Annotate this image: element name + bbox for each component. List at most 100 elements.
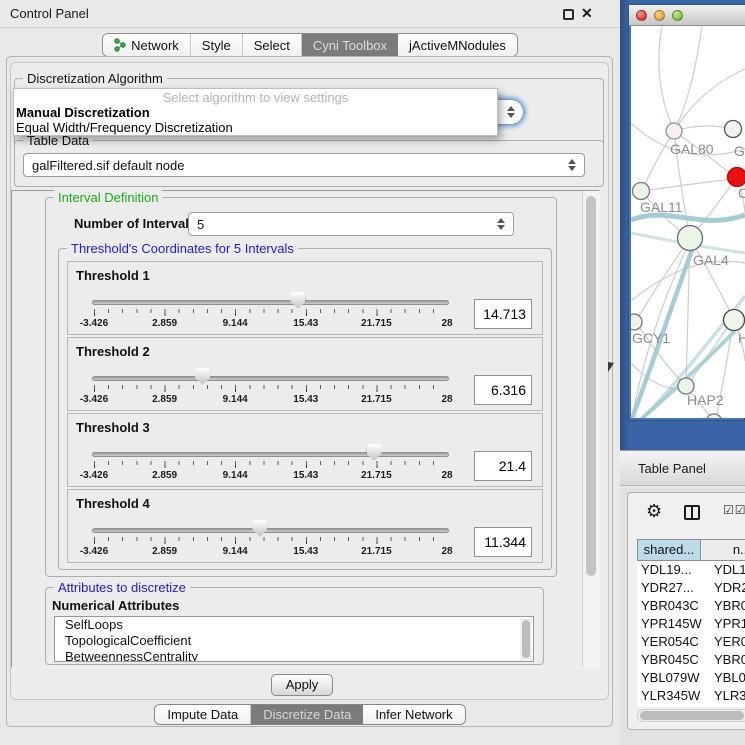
node-gal80[interactable] [666, 123, 682, 139]
node-gal4[interactable] [678, 226, 703, 251]
column-checkbox-icons[interactable]: ☑☑ [723, 503, 745, 517]
network-view-window[interactable]: GAL80 G... GAL11 C... GAL4 GCY1 H... HAP… [628, 4, 745, 421]
minimize-traffic-light-icon[interactable] [654, 10, 665, 21]
node-top-right[interactable] [725, 121, 742, 138]
node-selected-red[interactable] [728, 168, 745, 187]
slider-thumb[interactable] [367, 444, 382, 461]
cell-shared-name[interactable]: YBL079W [637, 669, 708, 687]
tab-cyni-toolbox[interactable]: Cyni Toolbox [302, 34, 398, 56]
gear-icon[interactable]: ⚙ [646, 501, 662, 522]
cell-name[interactable]: YPR1 [708, 615, 745, 633]
combo-arrows-icon [497, 218, 505, 230]
tab-network[interactable]: Network [103, 34, 191, 56]
threshold-value-field[interactable] [474, 375, 532, 405]
cell-shared-name[interactable]: YPR145W [637, 615, 708, 633]
slider-tick-labels: -3.4262.8599.14415.4321.71528 [68, 470, 544, 482]
table-row[interactable]: YLR345WYLR3 [637, 687, 745, 705]
cell-shared-name[interactable]: YIL052C [637, 705, 708, 707]
table-row[interactable]: YIL052CYIL0 [637, 705, 745, 707]
slider-track[interactable] [92, 376, 449, 381]
table-row[interactable]: YBR043CYBR0 [637, 597, 745, 615]
axis-tick-label: 28 [441, 470, 452, 481]
node-label: G... [734, 143, 745, 159]
scrollbar-thumb[interactable] [586, 196, 596, 576]
tab-discretize-data[interactable]: Discretize Data [251, 705, 363, 724]
cell-name[interactable]: YDR2 [708, 579, 745, 597]
table-data-combobox[interactable]: galFiltered.sif default node [23, 153, 585, 177]
scrollbar-thumb[interactable] [640, 711, 744, 720]
cell-shared-name[interactable]: YDL19... [637, 561, 708, 579]
tab-infer-network[interactable]: Infer Network [363, 705, 464, 724]
cell-shared-name[interactable]: YDR27... [637, 579, 708, 597]
table-row[interactable]: YDR27...YDR2 [637, 579, 745, 597]
cell-shared-name[interactable]: YER054C [637, 633, 708, 651]
table-row[interactable]: YBR045CYBR0 [637, 651, 745, 669]
axis-tick-label: 9.144 [223, 318, 248, 329]
network-canvas[interactable]: GAL80 G... GAL11 C... GAL4 GCY1 H... HAP… [631, 26, 745, 418]
cell-name[interactable]: YBR0 [708, 651, 745, 669]
network-window-titlebar[interactable] [629, 5, 745, 26]
close-icon[interactable]: ✕ [581, 5, 593, 22]
column-header-shared[interactable]: shared... [637, 539, 701, 561]
node-gal11[interactable] [633, 183, 650, 200]
node-gcy1[interactable] [631, 314, 642, 330]
network-icon [114, 38, 126, 52]
slider-thumb[interactable] [195, 368, 210, 385]
cell-shared-name[interactable]: YBR045C [637, 651, 708, 669]
attribute-list-item[interactable]: SelfLoops [55, 617, 533, 633]
table-header-row: shared... n... [637, 539, 745, 561]
interval-definition-group: Interval Definition Number of Intervals … [45, 197, 557, 577]
slider-track[interactable] [92, 452, 449, 457]
cell-name[interactable]: YLR3 [708, 687, 745, 705]
table-row[interactable]: YDL19...YDL1 [637, 561, 745, 579]
cell-name[interactable]: YBR0 [708, 597, 745, 615]
table-row[interactable]: YER054CYER0 [637, 633, 745, 651]
attribute-list-item[interactable]: BetweennessCentrality [55, 649, 533, 662]
axis-tick-label: 2.859 [152, 470, 177, 481]
tab-jactivemnodules[interactable]: jActiveMNodules [398, 34, 517, 56]
list-scrollbar[interactable] [520, 618, 532, 662]
attribute-list-item[interactable]: TopologicalCoefficient [55, 633, 533, 649]
cell-shared-name[interactable]: YLR345W [637, 687, 708, 705]
scrollbar-thumb[interactable] [522, 620, 530, 658]
node-h[interactable] [724, 310, 745, 331]
numerical-attributes-list[interactable]: SelfLoopsTopologicalCoefficientBetweenne… [54, 616, 534, 662]
table-row[interactable]: YBL079WYBL0 [637, 669, 745, 687]
slider-track[interactable] [92, 528, 449, 533]
tab-style[interactable]: Style [191, 34, 243, 56]
axis-tick-label: -3.426 [80, 470, 108, 481]
slider-tick-labels: -3.4262.8599.14415.4321.71528 [68, 546, 544, 558]
control-panel-titlebar: Control Panel ✕ [0, 0, 620, 28]
number-of-intervals-combobox[interactable]: 5 [188, 212, 514, 236]
slider-thumb[interactable] [252, 520, 267, 537]
cell-name[interactable]: YER0 [708, 633, 745, 651]
slider-thumb[interactable] [290, 292, 305, 309]
axis-tick-label: 2.859 [152, 318, 177, 329]
table-horizontal-scrollbar[interactable] [637, 709, 745, 722]
zoom-traffic-light-icon[interactable] [672, 10, 683, 21]
threshold-value-field[interactable] [474, 299, 532, 329]
slider-track[interactable] [92, 300, 449, 305]
threshold-2-panel: Threshold 2 -3.4262.8599.14415.4321.7152… [67, 337, 543, 411]
popup-item-manual-discretization[interactable]: Manual Discretization [16, 105, 150, 120]
cell-name[interactable]: YDL1 [708, 561, 745, 579]
close-traffic-light-icon[interactable] [636, 10, 647, 21]
settings-vertical-scrollbar[interactable] [582, 191, 599, 667]
float-window-icon[interactable] [563, 9, 574, 20]
split-pane-icon[interactable] [684, 505, 700, 520]
threshold-value-field[interactable] [474, 451, 532, 481]
cell-shared-name[interactable]: YBR043C [637, 597, 708, 615]
popup-item-equal-width-frequency[interactable]: Equal Width/Frequency Discretization [16, 120, 233, 135]
cell-name[interactable]: YBL0 [708, 669, 745, 687]
tab-impute-data[interactable]: Impute Data [155, 705, 251, 724]
axis-tick-label: -3.426 [80, 318, 108, 329]
node-label: GCY1 [632, 330, 670, 346]
table-row[interactable]: YPR145WYPR1 [637, 615, 745, 633]
cell-name[interactable]: YIL0 [708, 705, 745, 707]
threshold-value-field[interactable] [474, 527, 532, 557]
apply-button[interactable]: Apply [271, 674, 333, 696]
column-header-name[interactable]: n... [701, 539, 745, 561]
node-attribute-table[interactable]: shared... n... YDL19...YDL1YDR27...YDR2Y… [637, 539, 745, 707]
group-title: Attributes to discretize [54, 580, 190, 595]
tab-select[interactable]: Select [243, 34, 302, 56]
